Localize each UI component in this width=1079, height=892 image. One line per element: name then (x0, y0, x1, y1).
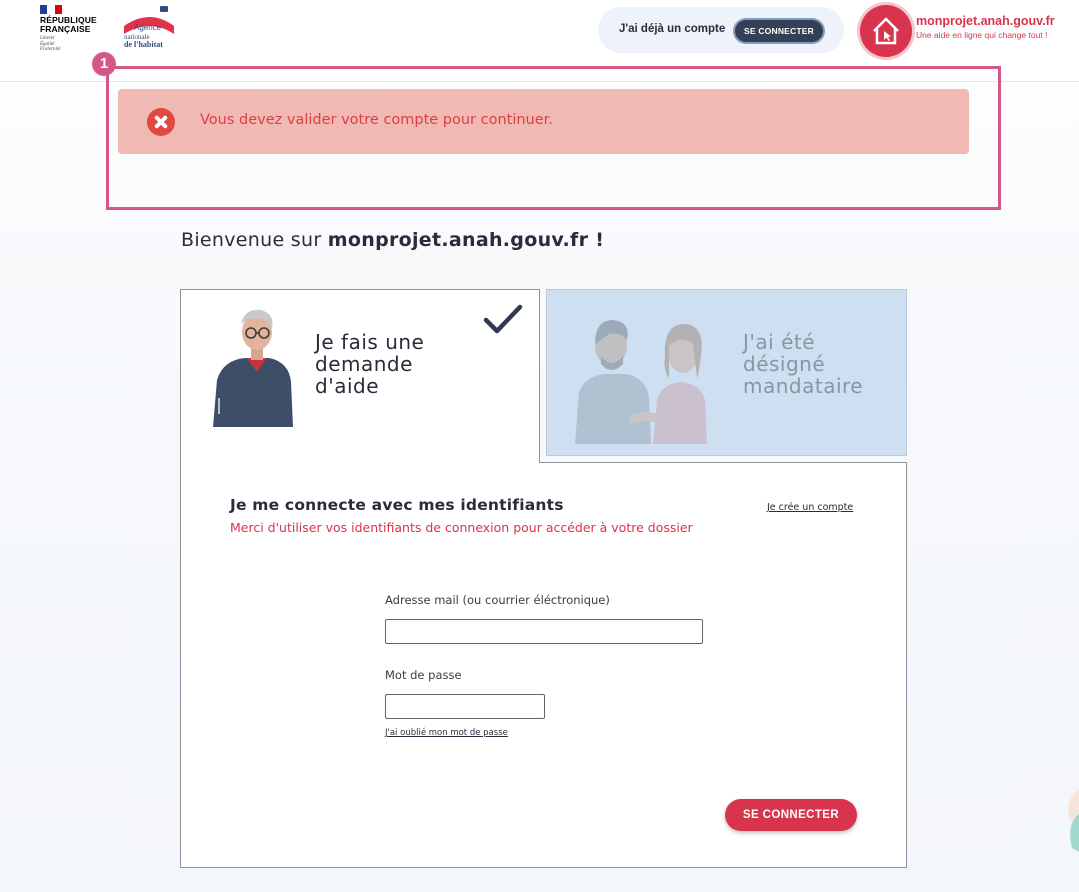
anah-habitat: de l'habitat (124, 40, 163, 49)
email-label: Adresse mail (ou courrier éléctronique) (385, 593, 610, 607)
tab-mandataire[interactable]: J'ai été désigné mandataire (546, 289, 907, 456)
french-flag-icon (40, 5, 62, 14)
forgot-password-link[interactable]: J'ai oublié mon mot de passe (385, 728, 508, 738)
welcome-heading: Bienvenue sur monprojet.anah.gouv.fr ! (181, 229, 604, 251)
tab-mandataire-line-3: mandataire (743, 374, 864, 398)
anah-logo-text: Agence nationale de l'habitat (124, 23, 163, 49)
account-pill: J'ai déjà un compte SE CONNECTER (598, 7, 844, 53)
couple-illustration-icon (575, 320, 707, 444)
header-connect-button[interactable]: SE CONNECTER (735, 20, 823, 42)
tab-demande-line-3: d'aide (315, 374, 380, 398)
house-cursor-icon (873, 17, 899, 45)
login-form-subtitle: Merci d'utiliser vos identifiants de con… (230, 520, 693, 535)
tab-join-mask (181, 460, 539, 464)
anah-agence: Agence (134, 23, 162, 32)
republic-motto: Liberté Égalité Fraternité (40, 36, 110, 53)
tab-mandataire-label: J'ai été désigné mandataire (743, 331, 863, 397)
decorative-leaf-icon (1068, 790, 1079, 852)
welcome-prefix: Bienvenue sur (181, 229, 328, 251)
tab-demande-line-2: demande (315, 352, 413, 376)
account-prompt: J'ai déjà un compte (619, 23, 726, 35)
elderly-man-illustration-icon (213, 309, 293, 427)
annotation-number-badge: 1 (92, 52, 116, 76)
login-form-title: Je me connecte avec mes identifiants (230, 496, 564, 514)
annotation-highlight-box (106, 66, 1001, 210)
welcome-site-name: monprojet.anah.gouv.fr ! (327, 229, 605, 251)
tab-mandataire-line-1: J'ai été (743, 330, 816, 354)
create-account-link[interactable]: Je crée un compte (767, 502, 853, 513)
checkmark-icon (483, 304, 523, 334)
brand-title[interactable]: monprojet.anah.gouv.fr (916, 14, 1055, 28)
house-icon[interactable] (860, 5, 912, 57)
password-field[interactable] (385, 694, 545, 719)
tab-demande-aide-label: Je fais une demande d'aide (315, 331, 424, 397)
login-submit-button[interactable]: SE CONNECTER (725, 799, 857, 831)
republic-line-2: FRANÇAISE (40, 24, 91, 34)
password-label: Mot de passe (385, 668, 462, 682)
tab-demande-aide[interactable]: Je fais une demande d'aide (180, 289, 540, 463)
tab-mandataire-line-2: désigné (743, 352, 826, 376)
brand-subtitle: Une aide en ligne qui change tout ! (916, 30, 1048, 40)
republique-francaise-logo: RÉPUBLIQUE FRANÇAISE Liberté Égalité Fra… (40, 5, 110, 53)
tab-demande-line-1: Je fais une (315, 330, 425, 354)
email-field[interactable] (385, 619, 703, 644)
